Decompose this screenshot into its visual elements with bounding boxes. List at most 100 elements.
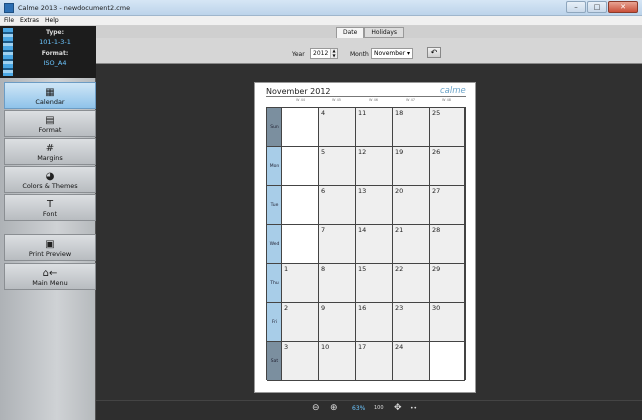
palette-icon: ◕ <box>45 171 55 182</box>
margins-icon: # <box>45 143 55 154</box>
day-cell[interactable]: 1 <box>282 264 319 303</box>
day-label: Thu <box>270 281 279 286</box>
day-cell[interactable]: 18 <box>393 108 430 147</box>
nav-font-button[interactable]: T Font <box>4 194 96 221</box>
day-cell[interactable]: 19 <box>393 147 430 186</box>
day-cell[interactable]: 7 <box>319 225 356 264</box>
day-cell[interactable]: 29 <box>430 264 465 303</box>
day-label: Sat <box>270 359 279 364</box>
nav-margins-label: Margins <box>37 154 63 162</box>
month-select[interactable]: November ▾ <box>371 48 413 59</box>
day-cell[interactable]: 20 <box>393 186 430 225</box>
minimize-button[interactable]: – <box>566 1 586 13</box>
tab-holidays[interactable]: Holidays <box>364 27 405 38</box>
day-cell[interactable]: 14 <box>356 225 393 264</box>
day-number: 10 <box>321 343 330 351</box>
document-info: Type: 101-1-3-1 Format: ISO_A4 <box>0 26 96 78</box>
day-cell[interactable]: 15 <box>356 264 393 303</box>
type-value: 101-1-3-1 <box>39 38 71 46</box>
day-cell[interactable]: 17 <box>356 342 393 381</box>
nav-format-label: Format <box>38 126 62 134</box>
week-number: W 47 <box>406 98 416 102</box>
day-cell[interactable]: 16 <box>356 303 393 342</box>
day-cell[interactable] <box>282 225 319 264</box>
day-cell[interactable]: 3 <box>282 342 319 381</box>
zoom-in-icon[interactable]: ⊕ <box>330 403 338 413</box>
day-cell[interactable]: 11 <box>356 108 393 147</box>
day-number: 19 <box>395 148 404 156</box>
day-cell[interactable]: 25 <box>430 108 465 147</box>
chevron-down-icon: ▾ <box>406 50 410 57</box>
day-label: Tue <box>270 203 279 208</box>
zoom-level: 63% <box>352 405 366 412</box>
day-cell[interactable] <box>282 108 319 147</box>
menu-help[interactable]: Help <box>45 17 59 24</box>
day-number: 12 <box>358 148 367 156</box>
day-number: 22 <box>395 265 404 273</box>
day-number: 17 <box>358 343 367 351</box>
day-number: 18 <box>395 109 404 117</box>
week-number: W 48 <box>442 98 452 102</box>
nav-format-button[interactable]: ▤ Format <box>4 110 96 137</box>
day-label: Fri <box>271 320 278 325</box>
day-number: 25 <box>432 109 441 117</box>
day-cell[interactable]: 23 <box>393 303 430 342</box>
undo-button[interactable]: ↶ <box>427 47 441 58</box>
maximize-button[interactable]: □ <box>587 1 607 13</box>
menu-file[interactable]: File <box>4 17 14 24</box>
year-spin-icon[interactable]: ▲ ▼ <box>330 48 337 58</box>
nav-margins-button[interactable]: # Margins <box>4 138 96 165</box>
day-number: 4 <box>321 109 326 117</box>
window-title: Calme 2013 - newdocument2.cme <box>18 3 131 12</box>
nav-print-preview-label: Print Preview <box>28 250 72 258</box>
app-icon <box>4 2 14 13</box>
status-bar <box>96 400 642 420</box>
day-cell[interactable]: 12 <box>356 147 393 186</box>
day-number: 26 <box>432 148 441 156</box>
tab-date[interactable]: Date <box>336 27 365 38</box>
day-label: Wed <box>269 242 280 247</box>
calendar-icon: ▦ <box>45 87 55 98</box>
zoom-out-icon[interactable]: ⊖ <box>312 403 320 413</box>
day-number: 9 <box>321 304 326 312</box>
day-number: 7 <box>321 226 326 234</box>
day-cell[interactable]: 13 <box>356 186 393 225</box>
doc-color-strip <box>3 28 13 76</box>
day-number: 14 <box>358 226 367 234</box>
year-stepper[interactable]: 2012 ▲ ▼ <box>310 48 338 59</box>
fit-page-icon[interactable]: 100 <box>374 405 384 411</box>
day-number: 29 <box>432 265 441 273</box>
day-number: 11 <box>358 109 367 117</box>
day-cell[interactable] <box>282 186 319 225</box>
day-cell[interactable] <box>430 342 465 381</box>
more-icon[interactable]: •• <box>410 405 417 412</box>
day-cell[interactable]: 30 <box>430 303 465 342</box>
day-cell[interactable]: 26 <box>430 147 465 186</box>
day-cell[interactable]: 28 <box>430 225 465 264</box>
day-cell[interactable]: 8 <box>319 264 356 303</box>
nav-print-preview-button[interactable]: ▣ Print Preview <box>4 234 96 261</box>
month-value: November <box>374 50 406 57</box>
day-cell[interactable]: 9 <box>319 303 356 342</box>
day-cell[interactable]: 21 <box>393 225 430 264</box>
year-value: 2012 <box>313 50 329 57</box>
day-number: 27 <box>432 187 441 195</box>
day-cell[interactable]: 10 <box>319 342 356 381</box>
day-cell[interactable]: 27 <box>430 186 465 225</box>
day-cell[interactable]: 6 <box>319 186 356 225</box>
day-cell[interactable]: 4 <box>319 108 356 147</box>
move-icon[interactable]: ✥ <box>394 403 402 413</box>
day-cell[interactable] <box>282 147 319 186</box>
day-cell[interactable]: 22 <box>393 264 430 303</box>
format-value: ISO_A4 <box>43 59 67 67</box>
nav-main-menu-button[interactable]: ⌂← Main Menu <box>4 263 96 290</box>
day-cell[interactable]: 24 <box>393 342 430 381</box>
day-cell[interactable]: 2 <box>282 303 319 342</box>
close-button[interactable]: ✕ <box>608 1 638 13</box>
day-cell[interactable]: 5 <box>319 147 356 186</box>
nav-colors-button[interactable]: ◕ Colors & Themes <box>4 166 96 193</box>
day-number: 20 <box>395 187 404 195</box>
sidebar: Type: 101-1-3-1 Format: ISO_A4 ▦ Calenda… <box>0 26 96 420</box>
nav-calendar-button[interactable]: ▦ Calendar <box>4 82 96 109</box>
menu-extras[interactable]: Extras <box>20 17 39 24</box>
